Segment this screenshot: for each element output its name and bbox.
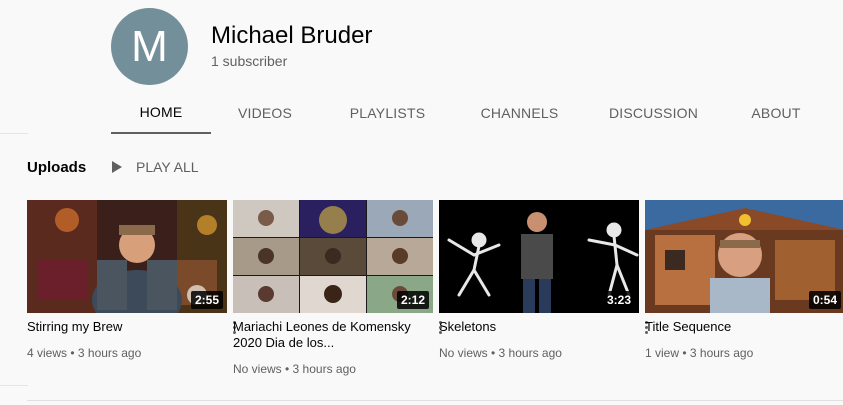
tab-channels[interactable]: CHANNELS	[456, 92, 583, 134]
video-thumbnail[interactable]: 0:54	[645, 200, 843, 313]
video-title[interactable]: Skeletons	[439, 319, 617, 335]
video-title[interactable]: Stirring my Brew	[27, 319, 205, 335]
video-meta: No views • 3 hours ago	[233, 362, 356, 376]
video-meta: 1 view • 3 hours ago	[645, 346, 754, 360]
divider	[0, 133, 28, 134]
section-title[interactable]: Uploads	[27, 159, 86, 176]
play-all-button[interactable]: PLAY ALL	[112, 159, 199, 175]
video-meta: 4 views • 3 hours ago	[27, 346, 142, 360]
video-duration: 0:54	[808, 291, 841, 309]
tab-playlists[interactable]: PLAYLISTS	[319, 92, 456, 134]
divider	[27, 400, 843, 401]
tab-about[interactable]: ABOUT	[724, 92, 828, 134]
video-meta: No views • 3 hours ago	[439, 346, 562, 360]
video-duration: 2:55	[190, 291, 223, 309]
video-card[interactable]: 0:54 Title Sequence 1 view • 3 hours ago	[645, 200, 843, 360]
video-card[interactable]: 2:12 Mariachi Leones de Komensky 2020 Di…	[233, 200, 442, 376]
play-icon	[112, 161, 122, 173]
play-all-label: PLAY ALL	[136, 159, 199, 175]
channel-tabs: HOME VIDEOS PLAYLISTS CHANNELS DISCUSSIO…	[111, 92, 828, 134]
channel-avatar[interactable]: M	[111, 8, 188, 85]
video-title[interactable]: Mariachi Leones de Komensky 2020 Dia de …	[233, 319, 411, 351]
tab-home[interactable]: HOME	[111, 92, 211, 134]
video-thumbnail[interactable]: 2:55	[27, 200, 227, 313]
video-thumbnail[interactable]: 2:12	[233, 200, 433, 313]
subscriber-count: 1 subscriber	[211, 53, 288, 69]
channel-name: Michael Bruder	[211, 22, 373, 49]
video-duration: 2:12	[396, 291, 429, 309]
video-card[interactable]: 3:23 Skeletons No views • 3 hours ago	[439, 200, 648, 360]
channel-header: M Michael Bruder 1 subscriber HOME VIDEO…	[0, 0, 843, 134]
avatar-letter: M	[131, 21, 168, 71]
tab-discussion[interactable]: DISCUSSION	[583, 92, 724, 134]
video-title[interactable]: Title Sequence	[645, 319, 823, 335]
divider	[0, 385, 28, 386]
video-thumbnail[interactable]: 3:23	[439, 200, 639, 313]
video-card[interactable]: 2:55 Stirring my Brew 4 views • 3 hours …	[27, 200, 236, 360]
tab-videos[interactable]: VIDEOS	[211, 92, 319, 134]
video-duration: 3:23	[602, 291, 635, 309]
